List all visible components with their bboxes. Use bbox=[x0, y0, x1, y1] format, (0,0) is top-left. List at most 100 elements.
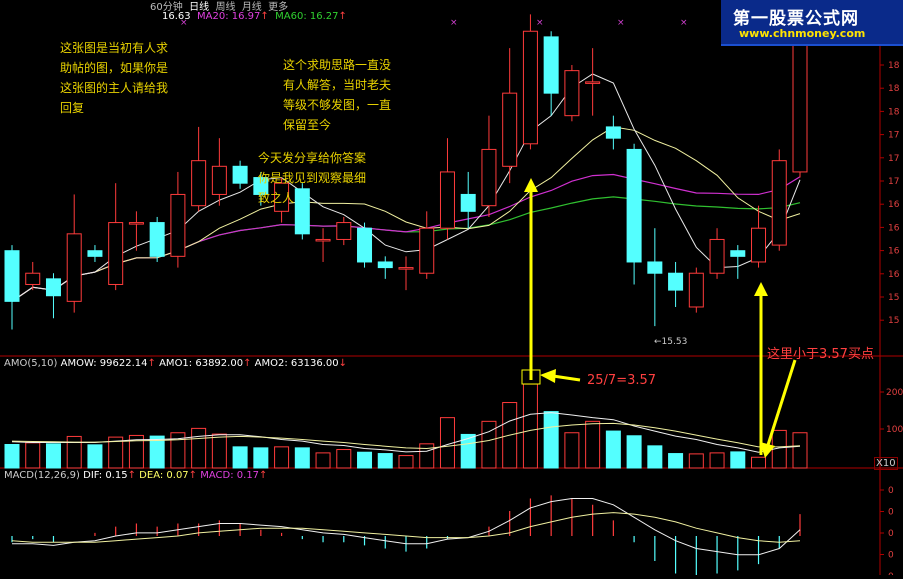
arrow-right-up-head bbox=[754, 282, 768, 296]
top-marker: × bbox=[617, 18, 625, 28]
amo-bar bbox=[191, 427, 207, 469]
arrow-left-up-head bbox=[524, 178, 538, 192]
macd-layer bbox=[11, 495, 801, 577]
candle-body bbox=[87, 250, 103, 257]
amo-header: AMO(5,10) AMOW: 99622.14↑ AMO1: 63892.00… bbox=[4, 358, 347, 369]
amo2-value: AMO2: 63136.00 bbox=[254, 358, 339, 369]
amo-bar bbox=[377, 453, 393, 469]
price-axis-label: 16 bbox=[888, 200, 900, 210]
amo-axis-label: 200 bbox=[886, 388, 903, 398]
amo-layer bbox=[4, 383, 808, 469]
candle-body bbox=[626, 148, 642, 263]
candle-body bbox=[25, 272, 41, 285]
candle-body bbox=[232, 165, 248, 184]
candle-body bbox=[66, 233, 82, 302]
candle-body bbox=[45, 278, 61, 297]
candle-body bbox=[460, 193, 476, 212]
price-axis-label: 18 bbox=[888, 84, 900, 94]
amow-value: AMOW: 99622.14 bbox=[60, 358, 148, 369]
stock-chart-stage: 18181817171716161616151520010000000×××××… bbox=[0, 0, 903, 579]
price-axis-label: 17 bbox=[888, 131, 899, 141]
price-value: 16.63 bbox=[162, 11, 191, 22]
candle-body bbox=[170, 193, 186, 257]
candle-body bbox=[543, 36, 559, 94]
amo-bar bbox=[709, 452, 725, 469]
amo-bar bbox=[647, 445, 663, 469]
candle-body bbox=[439, 171, 455, 229]
low-price-label: ←15.53 bbox=[654, 337, 688, 347]
candle-body bbox=[585, 81, 601, 84]
candle-body bbox=[108, 222, 124, 285]
x10-badge: X10 bbox=[874, 457, 898, 470]
amo-bar bbox=[315, 452, 331, 469]
candle-body bbox=[336, 222, 352, 240]
amo-bar bbox=[45, 443, 61, 469]
candle-body bbox=[481, 148, 497, 207]
amo-bar bbox=[792, 432, 808, 469]
amo-bar bbox=[730, 451, 746, 469]
candle-body bbox=[315, 238, 331, 242]
arrow-formula-head bbox=[540, 369, 556, 383]
ma60-value: MA60: 16.27 bbox=[275, 11, 339, 22]
candle-body bbox=[751, 227, 767, 263]
amo-bar bbox=[211, 433, 227, 469]
formula-label: 25/7=3.57 bbox=[587, 373, 657, 388]
price-axis-label: 16 bbox=[888, 223, 900, 233]
candle-body bbox=[357, 227, 373, 263]
amo-bar bbox=[87, 444, 103, 469]
price-axis-label: 18 bbox=[888, 107, 900, 117]
amo-axis-label: 100 bbox=[886, 425, 903, 435]
dea-value: DEA: 0.07 bbox=[139, 470, 189, 481]
candle-body bbox=[128, 222, 144, 225]
price-axis-label: 17 bbox=[888, 154, 899, 164]
price-axis-label: 16 bbox=[888, 247, 900, 257]
amo-bar bbox=[688, 453, 704, 469]
candle-body bbox=[771, 160, 787, 246]
macd-axis-label: 0 bbox=[888, 508, 894, 518]
macd-axis-label: 0 bbox=[888, 551, 894, 561]
annotation-note-2: 这个求助思路一直没 有人解答，当时老夫 等级不够发图，一直 保留至今 bbox=[283, 58, 392, 132]
ma-header: 16.63 MA20: 16.97↑ MA60: 16.27↑ bbox=[162, 11, 347, 22]
amo-bar bbox=[668, 453, 684, 469]
annotation-note-3: 今天发分享给你答案 你是我见到观察最细 致之人 bbox=[258, 151, 367, 205]
amo-bar bbox=[585, 420, 601, 469]
candle-body bbox=[688, 272, 704, 308]
macd-axis-label: 0 bbox=[888, 486, 894, 496]
amo-bar bbox=[398, 455, 414, 469]
candle-body bbox=[730, 250, 746, 257]
candle-body bbox=[211, 165, 227, 195]
price-axis-label: 16 bbox=[888, 270, 900, 280]
candle-body bbox=[668, 272, 684, 291]
ma20-value: MA20: 16.97 bbox=[197, 11, 261, 22]
macd-header: MACD(12,26,9) DIF: 0.15↑ DEA: 0.07↑ MACD… bbox=[4, 470, 268, 481]
candle-body bbox=[709, 238, 725, 274]
candle-body bbox=[191, 160, 207, 207]
site-logo: 第一股票公式网 www.chnmoney.com bbox=[721, 0, 903, 46]
amo-bar bbox=[481, 420, 497, 469]
candle-body bbox=[564, 70, 580, 117]
amo-bar bbox=[294, 447, 310, 469]
amo-bar bbox=[232, 446, 248, 469]
annotation-note-1: 这张图是当初有人求 助帖的图，如果你是 这张图的主人请给我 回复 bbox=[60, 41, 169, 115]
amo-bar bbox=[274, 446, 290, 469]
candle-body bbox=[647, 261, 663, 274]
amo-bar bbox=[543, 411, 559, 469]
macd-value: MACD: 0.17 bbox=[200, 470, 260, 481]
top-marker: × bbox=[680, 18, 688, 28]
logo-title: 第一股票公式网 bbox=[733, 9, 859, 29]
buy-point-label: 这里小于3.57买点 bbox=[767, 347, 874, 362]
amo-bar bbox=[25, 442, 41, 469]
amo-bar bbox=[522, 383, 538, 469]
amo1-value: AMO1: 63892.00 bbox=[159, 358, 244, 369]
amo-bar bbox=[564, 432, 580, 469]
candle-body bbox=[419, 227, 435, 274]
candle-body bbox=[502, 92, 518, 167]
arrow-layer bbox=[521, 178, 797, 458]
macd-axis-label: 0 bbox=[888, 529, 894, 539]
amo-bar bbox=[336, 449, 352, 469]
candle-body bbox=[605, 126, 621, 139]
candle-body bbox=[377, 261, 393, 269]
amo-bar bbox=[253, 447, 269, 469]
dif-value: DIF: 0.15 bbox=[83, 470, 128, 481]
top-marker: × bbox=[450, 18, 458, 28]
